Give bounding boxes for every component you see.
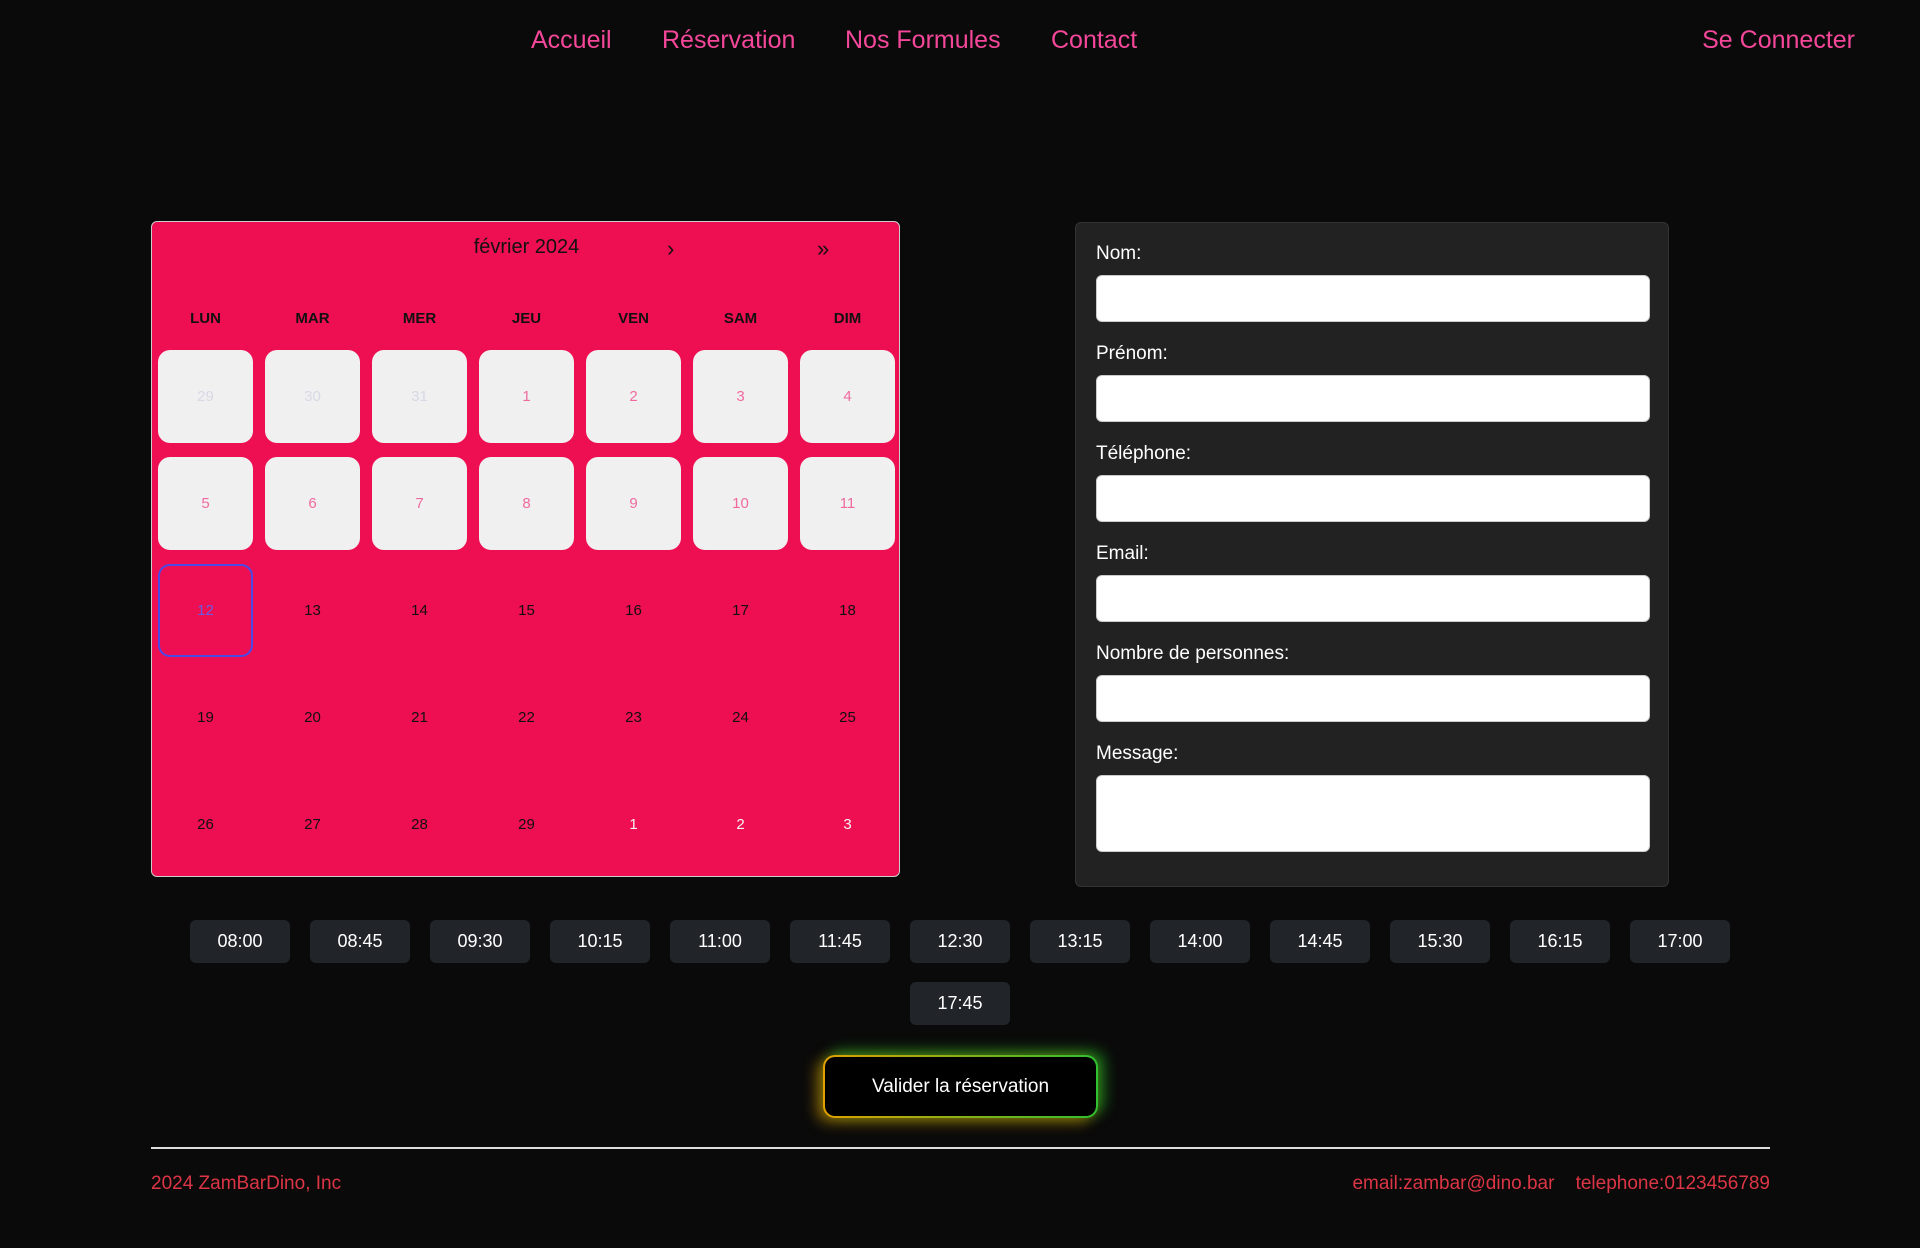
field-label: Nom: [1096, 243, 1142, 264]
calendar-day[interactable]: 2 [693, 778, 788, 871]
nav-contact[interactable]: Contact [1051, 26, 1137, 55]
calendar-day[interactable]: 24 [693, 671, 788, 764]
form-input[interactable] [1096, 275, 1650, 322]
calendar-day[interactable]: 8 [479, 457, 574, 550]
calendar-day[interactable]: 25 [800, 671, 895, 764]
calendar-day[interactable]: 29 [479, 778, 574, 871]
footer-divider [151, 1147, 1770, 1149]
calendar-day[interactable]: 21 [372, 671, 467, 764]
footer-copyright: 2024 ZamBarDino, Inc [151, 1173, 342, 1194]
footer-email[interactable]: email:zambar@dino.bar [1352, 1173, 1554, 1194]
month-label[interactable]: février 2024 [474, 236, 580, 258]
time-slot-button[interactable]: 12:30 [910, 920, 1010, 963]
next-year-button[interactable]: » [817, 236, 829, 262]
reservation-form: Nom: Prénom: Téléphone: Email: Nombre de per… [1075, 222, 1669, 887]
weekday-header: DIM [833, 310, 862, 327]
calendar-day[interactable]: 17 [693, 564, 788, 657]
calendar-day[interactable]: 6 [265, 457, 360, 550]
calendar-day[interactable]: 27 [265, 778, 360, 871]
calendar-day[interactable]: 4 [800, 350, 895, 443]
field-label: Email: [1096, 543, 1149, 564]
calendar-day[interactable]: 28 [372, 778, 467, 871]
calendar-day[interactable]: 9 [586, 457, 681, 550]
calendar-day[interactable]: 2 [586, 350, 681, 443]
field-label: Téléphone: [1096, 443, 1192, 464]
time-slot-button[interactable]: 08:45 [310, 920, 410, 963]
calendar: février 2024 › » LUN MAR MER JEU VEN SAM DIM 29… [151, 221, 900, 877]
calendar-day[interactable]: 13 [265, 564, 360, 657]
time-slot-button[interactable]: 17:45 [910, 982, 1010, 1025]
calendar-day[interactable]: 3 [800, 778, 895, 871]
calendar-day[interactable]: 1 [586, 778, 681, 871]
time-slot-button[interactable]: 14:45 [1270, 920, 1370, 963]
calendar-day[interactable]: 16 [586, 564, 681, 657]
calendar-day[interactable]: 26 [158, 778, 253, 871]
field-label: Nombre de personnes: [1096, 643, 1290, 664]
weekday-header: MAR [295, 310, 330, 327]
calendar-day[interactable]: 15 [479, 564, 574, 657]
calendar-day[interactable]: 11 [800, 457, 895, 550]
footer-contact: email:zambar@dino.bar telephone:01234567… [1352, 1173, 1770, 1195]
calendar-day[interactable]: 31 [372, 350, 467, 443]
message-textarea[interactable] [1096, 775, 1650, 852]
calendar-day[interactable]: 14 [372, 564, 467, 657]
calendar-day[interactable]: 12 [158, 564, 253, 657]
time-slot-button[interactable]: 09:30 [430, 920, 530, 963]
weekday-header: MER [402, 310, 437, 327]
calendar-day[interactable]: 18 [800, 564, 895, 657]
nav-accueil[interactable]: Accueil [531, 26, 612, 55]
submit-reservation-button[interactable]: Valider la réservation [823, 1055, 1098, 1118]
weekday-header: SAM [723, 310, 758, 327]
calendar-day[interactable]: 20 [265, 671, 360, 764]
form-input[interactable] [1096, 475, 1650, 522]
time-slot-button[interactable]: 11:45 [790, 920, 890, 963]
calendar-day[interactable]: 1 [479, 350, 574, 443]
form-input[interactable] [1096, 575, 1650, 622]
calendar-day[interactable]: 30 [265, 350, 360, 443]
weekday-header: LUN [190, 310, 221, 327]
time-slot-button[interactable]: 08:00 [190, 920, 290, 963]
form-input[interactable] [1096, 375, 1650, 422]
field-label: Message: [1096, 743, 1179, 764]
next-month-button[interactable]: › [667, 236, 674, 262]
time-slot-button[interactable]: 16:15 [1510, 920, 1610, 963]
form-input[interactable] [1096, 675, 1650, 722]
calendar-day[interactable]: 19 [158, 671, 253, 764]
time-slot-button[interactable]: 10:15 [550, 920, 650, 963]
time-slot-button[interactable]: 14:00 [1150, 920, 1250, 963]
calendar-day[interactable]: 3 [693, 350, 788, 443]
login-link[interactable]: Se Connecter [1702, 26, 1855, 55]
nav-formules[interactable]: Nos Formules [845, 26, 1001, 55]
calendar-day[interactable]: 29 [158, 350, 253, 443]
time-slot-button[interactable]: 11:00 [670, 920, 770, 963]
time-slot-button[interactable]: 15:30 [1390, 920, 1490, 963]
weekday-header: VEN [618, 310, 649, 327]
footer-phone[interactable]: telephone:0123456789 [1576, 1173, 1770, 1194]
calendar-day[interactable]: 7 [372, 457, 467, 550]
weekday-header: JEU [511, 310, 542, 327]
nav-reservation[interactable]: Réservation [662, 26, 795, 55]
time-slot-button[interactable]: 17:00 [1630, 920, 1730, 963]
calendar-day[interactable]: 22 [479, 671, 574, 764]
time-slot-button[interactable]: 13:15 [1030, 920, 1130, 963]
calendar-day[interactable]: 10 [693, 457, 788, 550]
field-label: Prénom: [1096, 343, 1168, 364]
calendar-day[interactable]: 5 [158, 457, 253, 550]
calendar-day[interactable]: 23 [586, 671, 681, 764]
